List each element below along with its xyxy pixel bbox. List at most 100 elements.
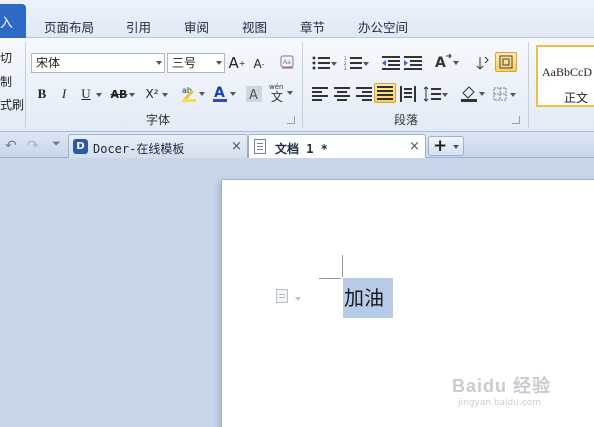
- line-spacing-button[interactable]: [421, 84, 448, 104]
- svg-text:A: A: [435, 55, 446, 71]
- align-right-icon: [356, 87, 372, 101]
- distribute-icon: [400, 86, 416, 102]
- outdent-icon: [382, 56, 400, 70]
- align-center-button[interactable]: [331, 84, 353, 104]
- docer-icon: D: [73, 139, 88, 154]
- divider: [528, 42, 529, 128]
- margin-marker: [342, 255, 343, 277]
- watermark-url: jingyan.baidu.com: [458, 398, 542, 408]
- numbered-list-icon: 123: [344, 56, 362, 70]
- menu-bar: 入 页面布局 引用 审阅 视图 章节 办公空间: [0, 0, 594, 38]
- ribbon: 切 制 式刷 宋体 三号 A + A- Aa B I U AB X² ab A A…: [0, 38, 594, 132]
- menu-tab-page-layout[interactable]: 页面布局: [44, 17, 94, 36]
- selected-text[interactable]: 加油: [343, 278, 393, 318]
- menu-tab-office-space[interactable]: 办公空间: [358, 17, 408, 36]
- svg-text:Aa: Aa: [283, 59, 291, 66]
- undo-icon[interactable]: ↶: [5, 138, 17, 154]
- superscript-button[interactable]: X²: [141, 84, 168, 104]
- tab-document-1[interactable]: 文档 1 * ×: [248, 134, 426, 160]
- style-sample: AaBbCcD: [542, 65, 592, 79]
- font-name-value: 宋体: [36, 56, 61, 70]
- divider: [302, 42, 303, 128]
- chevron-down-icon[interactable]: [156, 61, 162, 65]
- close-icon[interactable]: ×: [231, 139, 242, 154]
- copy-button-label[interactable]: 制: [0, 73, 12, 90]
- menu-tab-references[interactable]: 引用: [126, 17, 151, 36]
- paragraph-mark-icon: [476, 56, 489, 70]
- underline-button[interactable]: U: [75, 84, 102, 104]
- chevron-down-icon[interactable]: [216, 61, 222, 65]
- quick-access-menu-icon[interactable]: ⏷: [52, 137, 61, 151]
- paragraph-group-label: 段落: [394, 113, 419, 127]
- italic-button[interactable]: I: [53, 84, 75, 104]
- document-tab-bar: ↶ ↷ ⏷ D Docer-在线模板 × 文档 1 * × +: [0, 132, 594, 160]
- strikethrough-button[interactable]: AB: [108, 84, 135, 104]
- increase-indent-button[interactable]: [402, 53, 424, 73]
- font-dialog-launcher-icon[interactable]: [287, 116, 295, 124]
- bold-button[interactable]: B: [31, 84, 53, 104]
- tab-docer-label: Docer-在线模板: [93, 142, 185, 156]
- close-icon[interactable]: ×: [409, 139, 420, 154]
- char-shading-button[interactable]: A: [243, 84, 265, 104]
- style-normal[interactable]: AaBbCcD 正文: [536, 45, 594, 107]
- font-size-combo[interactable]: 三号: [167, 53, 225, 73]
- document-icon: [254, 139, 266, 154]
- font-color-button[interactable]: A: [209, 83, 236, 103]
- chevron-down-icon[interactable]: [453, 145, 459, 149]
- menu-tab-insert[interactable]: 入: [0, 4, 26, 38]
- align-left-icon: [312, 87, 328, 101]
- justify-button[interactable]: [374, 83, 396, 103]
- align-left-button[interactable]: [309, 84, 331, 104]
- cut-button-label[interactable]: 切: [0, 49, 12, 66]
- font-color-icon: A: [213, 85, 227, 102]
- shrink-font-button[interactable]: A-: [248, 54, 270, 74]
- bullets-button[interactable]: [310, 53, 337, 73]
- highlight-button[interactable]: ab: [178, 83, 205, 103]
- divider: [25, 42, 26, 128]
- show-marks-button[interactable]: [472, 53, 494, 73]
- line-spacing-icon: [423, 86, 441, 102]
- new-tab-button[interactable]: +: [428, 136, 464, 156]
- paste-options-icon[interactable]: [276, 289, 288, 303]
- shading-button[interactable]: [458, 83, 485, 103]
- format-painter-label[interactable]: 式刷: [0, 96, 24, 113]
- text-direction-button[interactable]: A: [432, 52, 459, 72]
- indent-icon: [404, 56, 422, 70]
- svg-text:3: 3: [344, 66, 347, 70]
- distribute-button[interactable]: [397, 84, 419, 104]
- borders-button[interactable]: [489, 84, 516, 104]
- bullet-list-icon: [312, 56, 330, 70]
- margin-marker: [319, 278, 341, 279]
- page-border-toggle[interactable]: [495, 52, 517, 72]
- redo-icon[interactable]: ↷: [27, 138, 39, 154]
- svg-text:A: A: [214, 85, 225, 101]
- highlighter-icon: ab: [182, 86, 196, 102]
- chevron-down-icon[interactable]: [295, 297, 301, 301]
- font-group-label: 字体: [146, 113, 171, 127]
- tab-document-label: 文档 1 *: [275, 142, 328, 156]
- plus-icon: +: [433, 136, 448, 156]
- clear-format-button[interactable]: Aa: [276, 52, 298, 72]
- paint-bucket-icon: [461, 86, 477, 102]
- tab-docer-templates[interactable]: D Docer-在线模板 ×: [68, 134, 248, 158]
- svg-text:文: 文: [271, 89, 283, 102]
- align-right-button[interactable]: [353, 84, 375, 104]
- justify-icon: [377, 86, 393, 100]
- phonetic-guide-button[interactable]: wén 文: [266, 82, 293, 102]
- font-name-combo[interactable]: 宋体: [31, 53, 165, 73]
- numbering-button[interactable]: 123: [342, 53, 369, 73]
- menu-tab-view[interactable]: 视图: [242, 17, 267, 36]
- menu-tab-insert-label: 入: [0, 16, 14, 31]
- paragraph-dialog-launcher-icon[interactable]: [512, 116, 520, 124]
- text-direction-icon: A: [435, 53, 452, 71]
- eraser-icon: Aa: [280, 55, 294, 69]
- grow-font-button[interactable]: A +: [226, 53, 248, 73]
- decrease-indent-button[interactable]: [380, 53, 402, 73]
- menu-tab-review[interactable]: 审阅: [184, 17, 209, 36]
- phonetic-icon: wén文: [269, 83, 283, 102]
- align-center-icon: [334, 87, 350, 101]
- watermark-brand: Baidu 经验: [452, 376, 552, 396]
- style-name: 正文: [564, 91, 589, 105]
- baidu-watermark: Baidu 经验 jingyan.baidu.com: [452, 372, 572, 412]
- menu-tab-chapter[interactable]: 章节: [300, 17, 325, 36]
